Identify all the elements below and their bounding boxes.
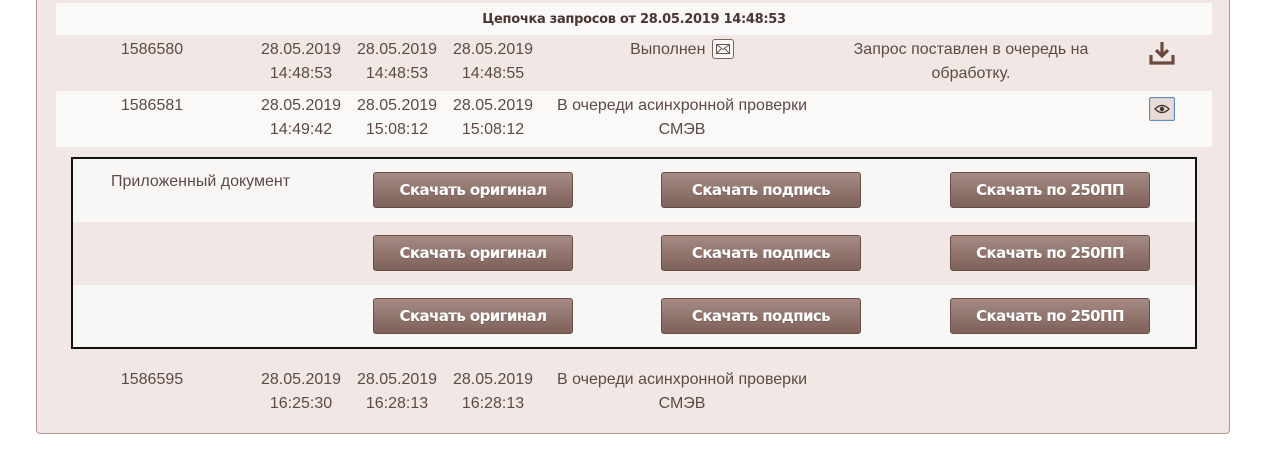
download-original-button[interactable]: Скачать оригинал xyxy=(373,235,573,271)
download-original-button[interactable]: Скачать оригинал xyxy=(373,298,573,334)
date-updated: 28.05.2019 15:08:12 xyxy=(448,94,538,142)
date-value: 28.05.2019 xyxy=(452,97,534,114)
chain-title: Цепочка запросов от 28.05.2019 14:48:53 xyxy=(56,3,1212,35)
document-row: Приложенный документ Скачать оригинал Ск… xyxy=(73,159,1195,222)
date-created: 28.05.2019 14:49:42 xyxy=(256,94,346,142)
view-button[interactable] xyxy=(1146,95,1178,123)
date-sent: 28.05.2019 14:48:53 xyxy=(352,38,442,86)
note-line: обработку. xyxy=(931,65,1011,82)
date-updated: 28.05.2019 14:48:55 xyxy=(448,38,538,86)
request-status: Выполнен xyxy=(546,38,818,62)
time-value: 16:28:13 xyxy=(365,395,429,412)
download-250pp-button[interactable]: Скачать по 250ПП xyxy=(950,172,1150,208)
status-text: В очереди асинхронной проверки xyxy=(557,97,807,114)
time-value: 15:08:12 xyxy=(461,121,525,138)
download-original-button[interactable]: Скачать оригинал xyxy=(373,172,573,208)
eye-icon xyxy=(1149,97,1175,121)
attached-documents: Приложенный документ Скачать оригинал Ск… xyxy=(71,157,1197,349)
status-text: СМЭВ xyxy=(658,121,706,138)
time-value: 16:28:13 xyxy=(461,395,525,412)
download-250pp-button[interactable]: Скачать по 250ПП xyxy=(950,235,1150,271)
request-row: 1586581 28.05.2019 14:49:42 28.05.2019 1… xyxy=(56,91,1212,147)
time-value: 14:48:53 xyxy=(269,65,333,82)
status-text: В очереди асинхронной проверки xyxy=(557,371,807,388)
time-value: 14:48:53 xyxy=(365,65,429,82)
request-row: 1586595 28.05.2019 16:25:30 28.05.2019 1… xyxy=(56,366,1212,422)
time-value: 16:25:30 xyxy=(269,395,333,412)
request-status: В очереди асинхронной проверки СМЭВ xyxy=(546,94,818,142)
date-value: 28.05.2019 xyxy=(260,97,342,114)
date-value: 28.05.2019 xyxy=(260,371,342,388)
date-value: 28.05.2019 xyxy=(452,41,534,58)
date-sent: 28.05.2019 15:08:12 xyxy=(352,94,442,142)
request-row: 1586580 28.05.2019 14:48:53 28.05.2019 1… xyxy=(56,35,1212,91)
download-button[interactable] xyxy=(1146,39,1178,67)
note-line: Запрос поставлен в очередь на xyxy=(853,41,1089,58)
date-created: 28.05.2019 16:25:30 xyxy=(256,368,346,416)
time-value: 14:48:55 xyxy=(461,65,525,82)
date-value: 28.05.2019 xyxy=(452,371,534,388)
request-number: 1586595 xyxy=(120,371,184,388)
request-note: Запрос поставлен в очередь на обработку. xyxy=(840,38,1102,86)
status-text: СМЭВ xyxy=(658,395,706,412)
request-number: 1586580 xyxy=(120,41,184,58)
download-icon xyxy=(1149,42,1175,65)
envelope-icon[interactable] xyxy=(711,38,734,59)
request-status: В очереди асинхронной проверки СМЭВ xyxy=(546,368,818,416)
date-value: 28.05.2019 xyxy=(356,41,438,58)
download-signature-button[interactable]: Скачать подпись xyxy=(661,298,861,334)
request-number: 1586581 xyxy=(120,97,184,114)
date-updated: 28.05.2019 16:28:13 xyxy=(448,368,538,416)
document-row: Скачать оригинал Скачать подпись Скачать… xyxy=(73,222,1195,285)
download-signature-button[interactable]: Скачать подпись xyxy=(661,172,861,208)
date-created: 28.05.2019 14:48:53 xyxy=(256,38,346,86)
time-value: 14:49:42 xyxy=(269,121,333,138)
document-label: Приложенный документ xyxy=(111,173,291,190)
date-value: 28.05.2019 xyxy=(260,41,342,58)
document-row: Скачать оригинал Скачать подпись Скачать… xyxy=(73,285,1195,348)
date-value: 28.05.2019 xyxy=(356,371,438,388)
download-signature-button[interactable]: Скачать подпись xyxy=(661,235,861,271)
download-250pp-button[interactable]: Скачать по 250ПП xyxy=(950,298,1150,334)
time-value: 15:08:12 xyxy=(365,121,429,138)
date-value: 28.05.2019 xyxy=(356,97,438,114)
status-text: Выполнен xyxy=(630,41,706,58)
date-sent: 28.05.2019 16:28:13 xyxy=(352,368,442,416)
